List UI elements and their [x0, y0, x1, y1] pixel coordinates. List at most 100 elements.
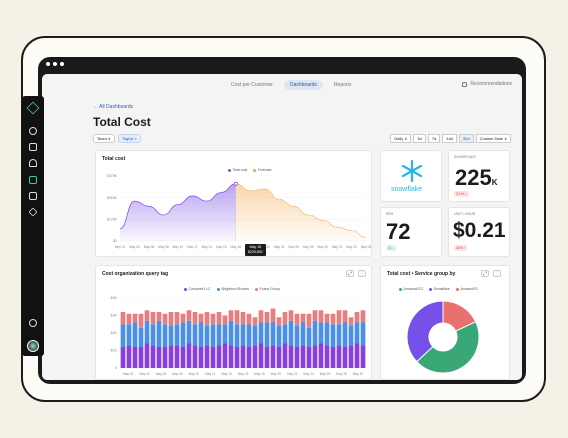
rds-kpi-label: RDS	[386, 212, 394, 216]
user-avatar[interactable]	[27, 340, 39, 352]
bar-segment	[264, 322, 270, 347]
bar-segment	[294, 347, 300, 368]
window-dots	[46, 62, 64, 66]
bar-segment	[216, 324, 222, 346]
bar-segment	[276, 347, 282, 368]
bar-segment	[282, 343, 288, 368]
users-icon[interactable]	[29, 159, 37, 167]
bar-segment	[210, 324, 216, 347]
bar-segment	[222, 343, 228, 368]
bar-segment	[210, 347, 216, 368]
bar-segment	[276, 317, 282, 326]
y-tick-label: $375K	[107, 174, 118, 178]
bar-segment	[246, 347, 252, 368]
bar-segment	[252, 345, 258, 368]
bar-segment	[198, 322, 204, 347]
bar-segment	[156, 312, 162, 321]
page-title: Total Cost	[93, 115, 151, 129]
bar-segment	[222, 324, 228, 344]
x-tick-label: May 03	[346, 245, 357, 249]
y-tick-label: 0	[115, 366, 117, 370]
x-tick-label: May 02	[115, 245, 126, 249]
bar-segment	[324, 313, 330, 323]
bar-segment	[138, 347, 144, 368]
bar-segment	[324, 322, 330, 346]
dollar-icon[interactable]	[29, 127, 37, 135]
bar-segment	[162, 313, 168, 325]
unit-hour-kpi-delta: 11% ↑	[454, 245, 468, 251]
x-tick-label: May 26	[288, 245, 299, 249]
y-tick-label: $125K	[107, 218, 118, 222]
dashboard-icon[interactable]	[29, 176, 37, 184]
bar-segment	[348, 345, 354, 368]
x-tick-label: May 22	[287, 372, 298, 376]
bar-segment	[360, 310, 366, 323]
tag-filter-chip[interactable]: Tagbyl ×	[117, 134, 141, 143]
tab-cost-per-customer[interactable]: Cost per Customer	[225, 80, 279, 90]
bar-segment	[174, 345, 180, 368]
tab-reports[interactable]: Reports	[328, 80, 358, 90]
range-30d[interactable]: 30d	[458, 134, 474, 143]
tab-dashboards[interactable]: Dashboards	[283, 80, 323, 90]
tooltip-value: $225,892	[248, 250, 263, 254]
recommendations-link[interactable]: Recommendations	[462, 81, 512, 87]
bar-segment	[252, 326, 258, 346]
top-nav: Cost per Customer Dashboards Reports Rec…	[42, 74, 522, 96]
total-cost-chart: $0$125K$250K$375KMay 02 May 04 May 06 May 0…	[107, 174, 372, 249]
bar-segment	[264, 312, 270, 323]
bar-segment	[294, 313, 300, 326]
bar-segment	[234, 310, 240, 325]
team-filter[interactable]: Team ∨	[93, 134, 115, 143]
bar-segment	[354, 343, 360, 368]
custom-date-select[interactable]: Custom Date ∨	[475, 134, 511, 143]
tag-icon[interactable]	[28, 207, 38, 217]
snowflake-kpi-delta: 2.1% ↑	[454, 191, 469, 197]
bar-segment	[318, 322, 324, 344]
snowflake-kpi-card: SNOWFLAKE 225K 2.1% ↑	[448, 150, 510, 202]
bar-segment	[312, 320, 318, 346]
breadcrumb-back[interactable]: ← All Dashboards	[93, 104, 133, 110]
x-tick-label: May 30	[317, 245, 328, 249]
bar-segment	[132, 347, 138, 368]
granularity-select[interactable]: Daily ∨	[390, 134, 412, 143]
bar-segment	[174, 312, 180, 325]
x-tick-label: May 06	[156, 372, 167, 376]
y-tick-label: $1K	[111, 349, 118, 353]
bar-segment	[336, 345, 342, 368]
bar-segment	[228, 320, 234, 346]
settings-icon[interactable]	[29, 319, 37, 327]
x-tick-label: May 16	[238, 372, 249, 376]
bar-segment	[336, 310, 342, 325]
bar-segment	[162, 347, 168, 368]
bar-segment	[126, 345, 132, 368]
briefcase-icon[interactable]	[29, 143, 37, 151]
bar-segment	[324, 345, 330, 368]
x-tick-label: May 30	[353, 372, 364, 376]
bar-segment	[348, 317, 354, 326]
x-tick-label: May 06	[144, 245, 155, 249]
document-icon[interactable]	[29, 192, 37, 200]
bar-segment	[252, 317, 258, 326]
bar-segment	[258, 310, 264, 323]
bar-segment	[228, 345, 234, 368]
bar-segment	[210, 313, 216, 325]
bar-segment	[288, 345, 294, 368]
range-3d[interactable]: 3d	[413, 134, 426, 143]
rds-kpi-value: 72	[386, 219, 411, 244]
filter-bar: Team ∨ Tagbyl ×	[93, 134, 141, 143]
bar-segment	[168, 345, 174, 368]
bar-segment	[186, 310, 192, 321]
bar-segment	[300, 313, 306, 323]
cube-logo-icon[interactable]	[26, 101, 40, 115]
range-7d[interactable]: 7d	[427, 134, 441, 143]
range-14d[interactable]: 14d	[442, 134, 457, 143]
bar-segment	[342, 310, 348, 323]
bar-segment	[258, 322, 264, 344]
bar-segment	[288, 320, 294, 346]
snowflake-logo-card: snowflake	[380, 150, 442, 202]
bar-segment	[294, 326, 300, 347]
bar-segment	[120, 312, 126, 325]
bar-segment	[306, 313, 312, 328]
bar-segment	[318, 310, 324, 323]
x-tick-label: May 24	[303, 372, 314, 376]
